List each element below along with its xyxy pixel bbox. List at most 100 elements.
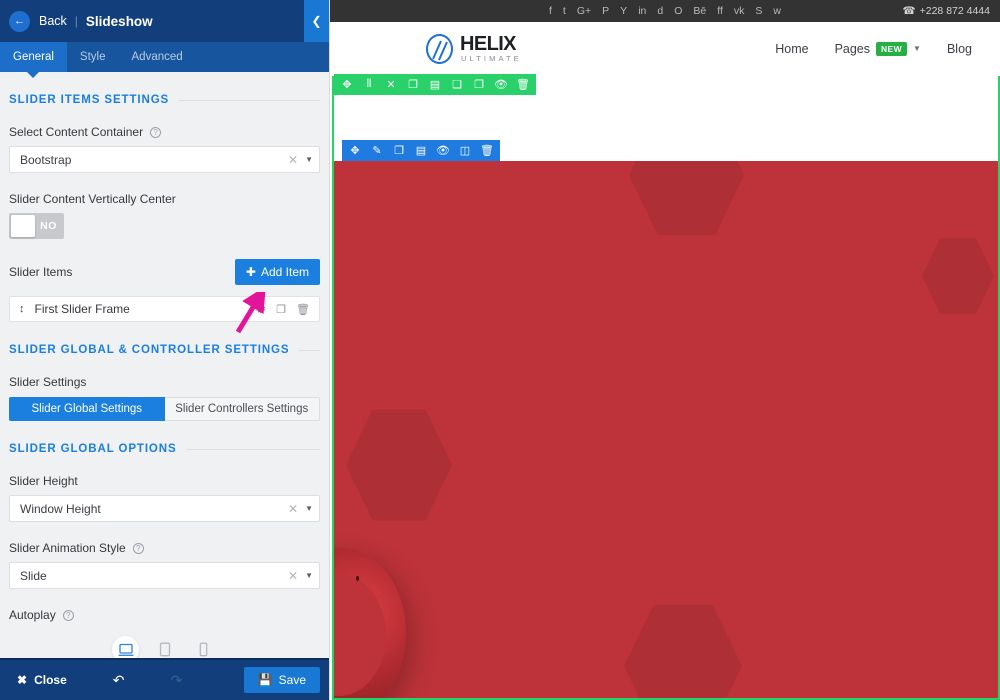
slider-item-row[interactable]: ↕ First Slider Frame ⚙ ❐ 🗑 <box>9 296 320 322</box>
copy-icon[interactable]: ❐ <box>276 303 286 316</box>
logo-sub-text: ULTIMATE <box>461 54 522 64</box>
field-label-text: Autoplay <box>9 608 56 622</box>
settings-sidebar: ← Back | Slideshow ❮ General Style Advan… <box>0 0 330 700</box>
desktop-icon[interactable] <box>112 636 139 658</box>
behance-icon[interactable]: Bē <box>693 6 706 17</box>
whatsapp-icon[interactable]: w <box>773 6 781 17</box>
paste-icon[interactable]: ❐ <box>468 74 490 95</box>
caret-down-icon[interactable]: ▼ <box>305 504 313 513</box>
field-label-text: Slider Height <box>9 474 78 488</box>
headphone-product-image <box>334 548 426 698</box>
flickr-icon[interactable]: ff <box>717 6 723 17</box>
move-icon[interactable]: ✥ <box>344 140 366 161</box>
caret-down-icon[interactable]: ▼ <box>305 155 313 164</box>
divider <box>185 448 320 450</box>
hide-icon[interactable]: 👁 <box>432 140 454 161</box>
linkedin-icon[interactable]: in <box>638 6 646 17</box>
skype-icon[interactable]: S <box>755 6 762 17</box>
close-icon[interactable]: ✕ <box>288 569 298 583</box>
help-icon[interactable]: ? <box>62 609 74 621</box>
columns-icon[interactable]: ◫ <box>454 140 476 161</box>
divider <box>298 349 320 351</box>
copy-icon[interactable]: ❏ <box>446 74 468 95</box>
close-icon[interactable]: ✕ <box>288 502 298 516</box>
select-value: Slide <box>20 568 47 583</box>
slide-background[interactable] <box>334 161 998 698</box>
logo-text: HELIX ULTIMATE <box>460 34 522 63</box>
field-label-text: Slider Animation Style <box>9 541 126 555</box>
nav-item-home[interactable]: Home <box>775 42 808 56</box>
youtube-icon[interactable]: Y <box>620 6 627 17</box>
vk-icon[interactable]: vk <box>734 6 745 17</box>
logo-main-text: HELIX <box>460 33 517 56</box>
label-select-content-container: Select Content Container ? <box>9 125 320 139</box>
close-icon[interactable]: ✕ <box>288 153 298 167</box>
hexagon-shape <box>922 238 994 314</box>
nav-item-pages[interactable]: Pages NEW ▼ <box>835 41 921 56</box>
save-button[interactable]: 💾 Save <box>243 667 320 693</box>
chevron-left-icon[interactable]: ❮ <box>304 0 329 42</box>
tab-advanced[interactable]: Advanced <box>119 42 196 72</box>
save-icon[interactable]: ▤ <box>424 74 446 95</box>
site-logo[interactable]: HELIX ULTIMATE <box>426 33 522 64</box>
button-slider-controllers-settings[interactable]: Slider Controllers Settings <box>164 397 320 421</box>
tab-general[interactable]: General <box>0 42 67 72</box>
slider-items-header: Slider Items ✚ Add Item <box>9 259 320 285</box>
save-icon[interactable]: ▤ <box>410 140 432 161</box>
close-label: Close <box>34 673 67 687</box>
move-icon[interactable]: ✥ <box>336 74 358 95</box>
pinterest-icon[interactable]: P <box>602 6 609 17</box>
vertically-center-toggle[interactable]: NO <box>9 213 64 239</box>
button-slider-global-settings[interactable]: Slider Global Settings <box>9 397 165 421</box>
phone-number[interactable]: ☎ +228 872 4444 <box>903 0 990 22</box>
duplicate-icon[interactable]: ❐ <box>402 74 424 95</box>
tab-style[interactable]: Style <box>67 42 119 72</box>
dribbble-icon[interactable]: d <box>657 6 663 17</box>
hide-icon[interactable]: 👁 <box>490 74 512 95</box>
close-button[interactable]: ✖ Close <box>9 673 75 687</box>
toggle-label: NO <box>40 220 57 232</box>
mobile-icon[interactable] <box>190 636 217 658</box>
delete-icon[interactable]: 🗑 <box>512 74 534 95</box>
instagram-icon[interactable]: O <box>674 6 682 17</box>
chevron-down-icon[interactable]: ▼ <box>913 44 921 53</box>
trash-icon[interactable]: 🗑 <box>296 303 310 316</box>
slider-height-select[interactable]: Window Height ✕ ▼ <box>9 495 320 522</box>
google-plus-icon[interactable]: G+ <box>577 6 591 17</box>
device-preview-switcher <box>9 636 320 658</box>
field-label-text: Select Content Container <box>9 125 144 139</box>
nav-item-blog[interactable]: Blog <box>947 42 972 56</box>
help-icon[interactable]: ? <box>132 542 144 554</box>
field-label-text: Slider Content Vertically Center <box>9 192 176 206</box>
back-button[interactable]: Back <box>39 14 67 28</box>
hexagon-shape <box>624 604 742 698</box>
caret-down-icon[interactable]: ▼ <box>305 571 313 580</box>
arrow-left-icon[interactable]: ← <box>9 10 30 32</box>
facebook-icon[interactable]: f <box>549 6 552 17</box>
section-highlight: ✥ ⦀ ✕ ❐ ▤ ❏ ❐ 👁 🗑 ✥ ✎ ❐ ▤ 👁 ◫ 🗑 <box>332 74 1000 700</box>
settings-icon[interactable]: ✕ <box>380 74 402 95</box>
columns-icon[interactable]: ⦀ <box>358 74 380 95</box>
page-title: Slideshow <box>85 13 153 29</box>
save-label: Save <box>278 673 306 687</box>
redo-icon[interactable]: ↷ <box>162 672 190 689</box>
sidebar-header: ← Back | Slideshow ❮ <box>0 0 329 42</box>
phone-text: +228 872 4444 <box>919 5 990 17</box>
plus-icon: ✚ <box>245 265 256 279</box>
twitter-icon[interactable]: t <box>563 6 566 17</box>
help-icon[interactable]: ? <box>150 126 162 138</box>
undo-icon[interactable]: ↶ <box>105 672 133 689</box>
section-label: SLIDER ITEMS SETTINGS <box>9 94 170 106</box>
animation-style-select[interactable]: Slide ✕ ▼ <box>9 562 320 589</box>
drag-handle-icon[interactable]: ↕ <box>19 303 25 315</box>
tablet-icon[interactable] <box>151 636 178 658</box>
section-slider-items-settings: SLIDER ITEMS SETTINGS <box>9 94 320 106</box>
select-value: Window Height <box>20 501 101 516</box>
site-preview: f t G+ P Y in d O Bē ff vk S w ☎ +228 87… <box>330 0 1000 700</box>
edit-icon[interactable]: ✎ <box>366 140 388 161</box>
content-container-select[interactable]: Bootstrap ✕ ▼ <box>9 146 320 173</box>
delete-icon[interactable]: 🗑 <box>476 140 498 161</box>
add-item-button[interactable]: ✚ Add Item <box>234 259 320 285</box>
sidebar-footer: ✖ Close ↶ ↷ 💾 Save <box>0 658 329 700</box>
duplicate-icon[interactable]: ❐ <box>388 140 410 161</box>
